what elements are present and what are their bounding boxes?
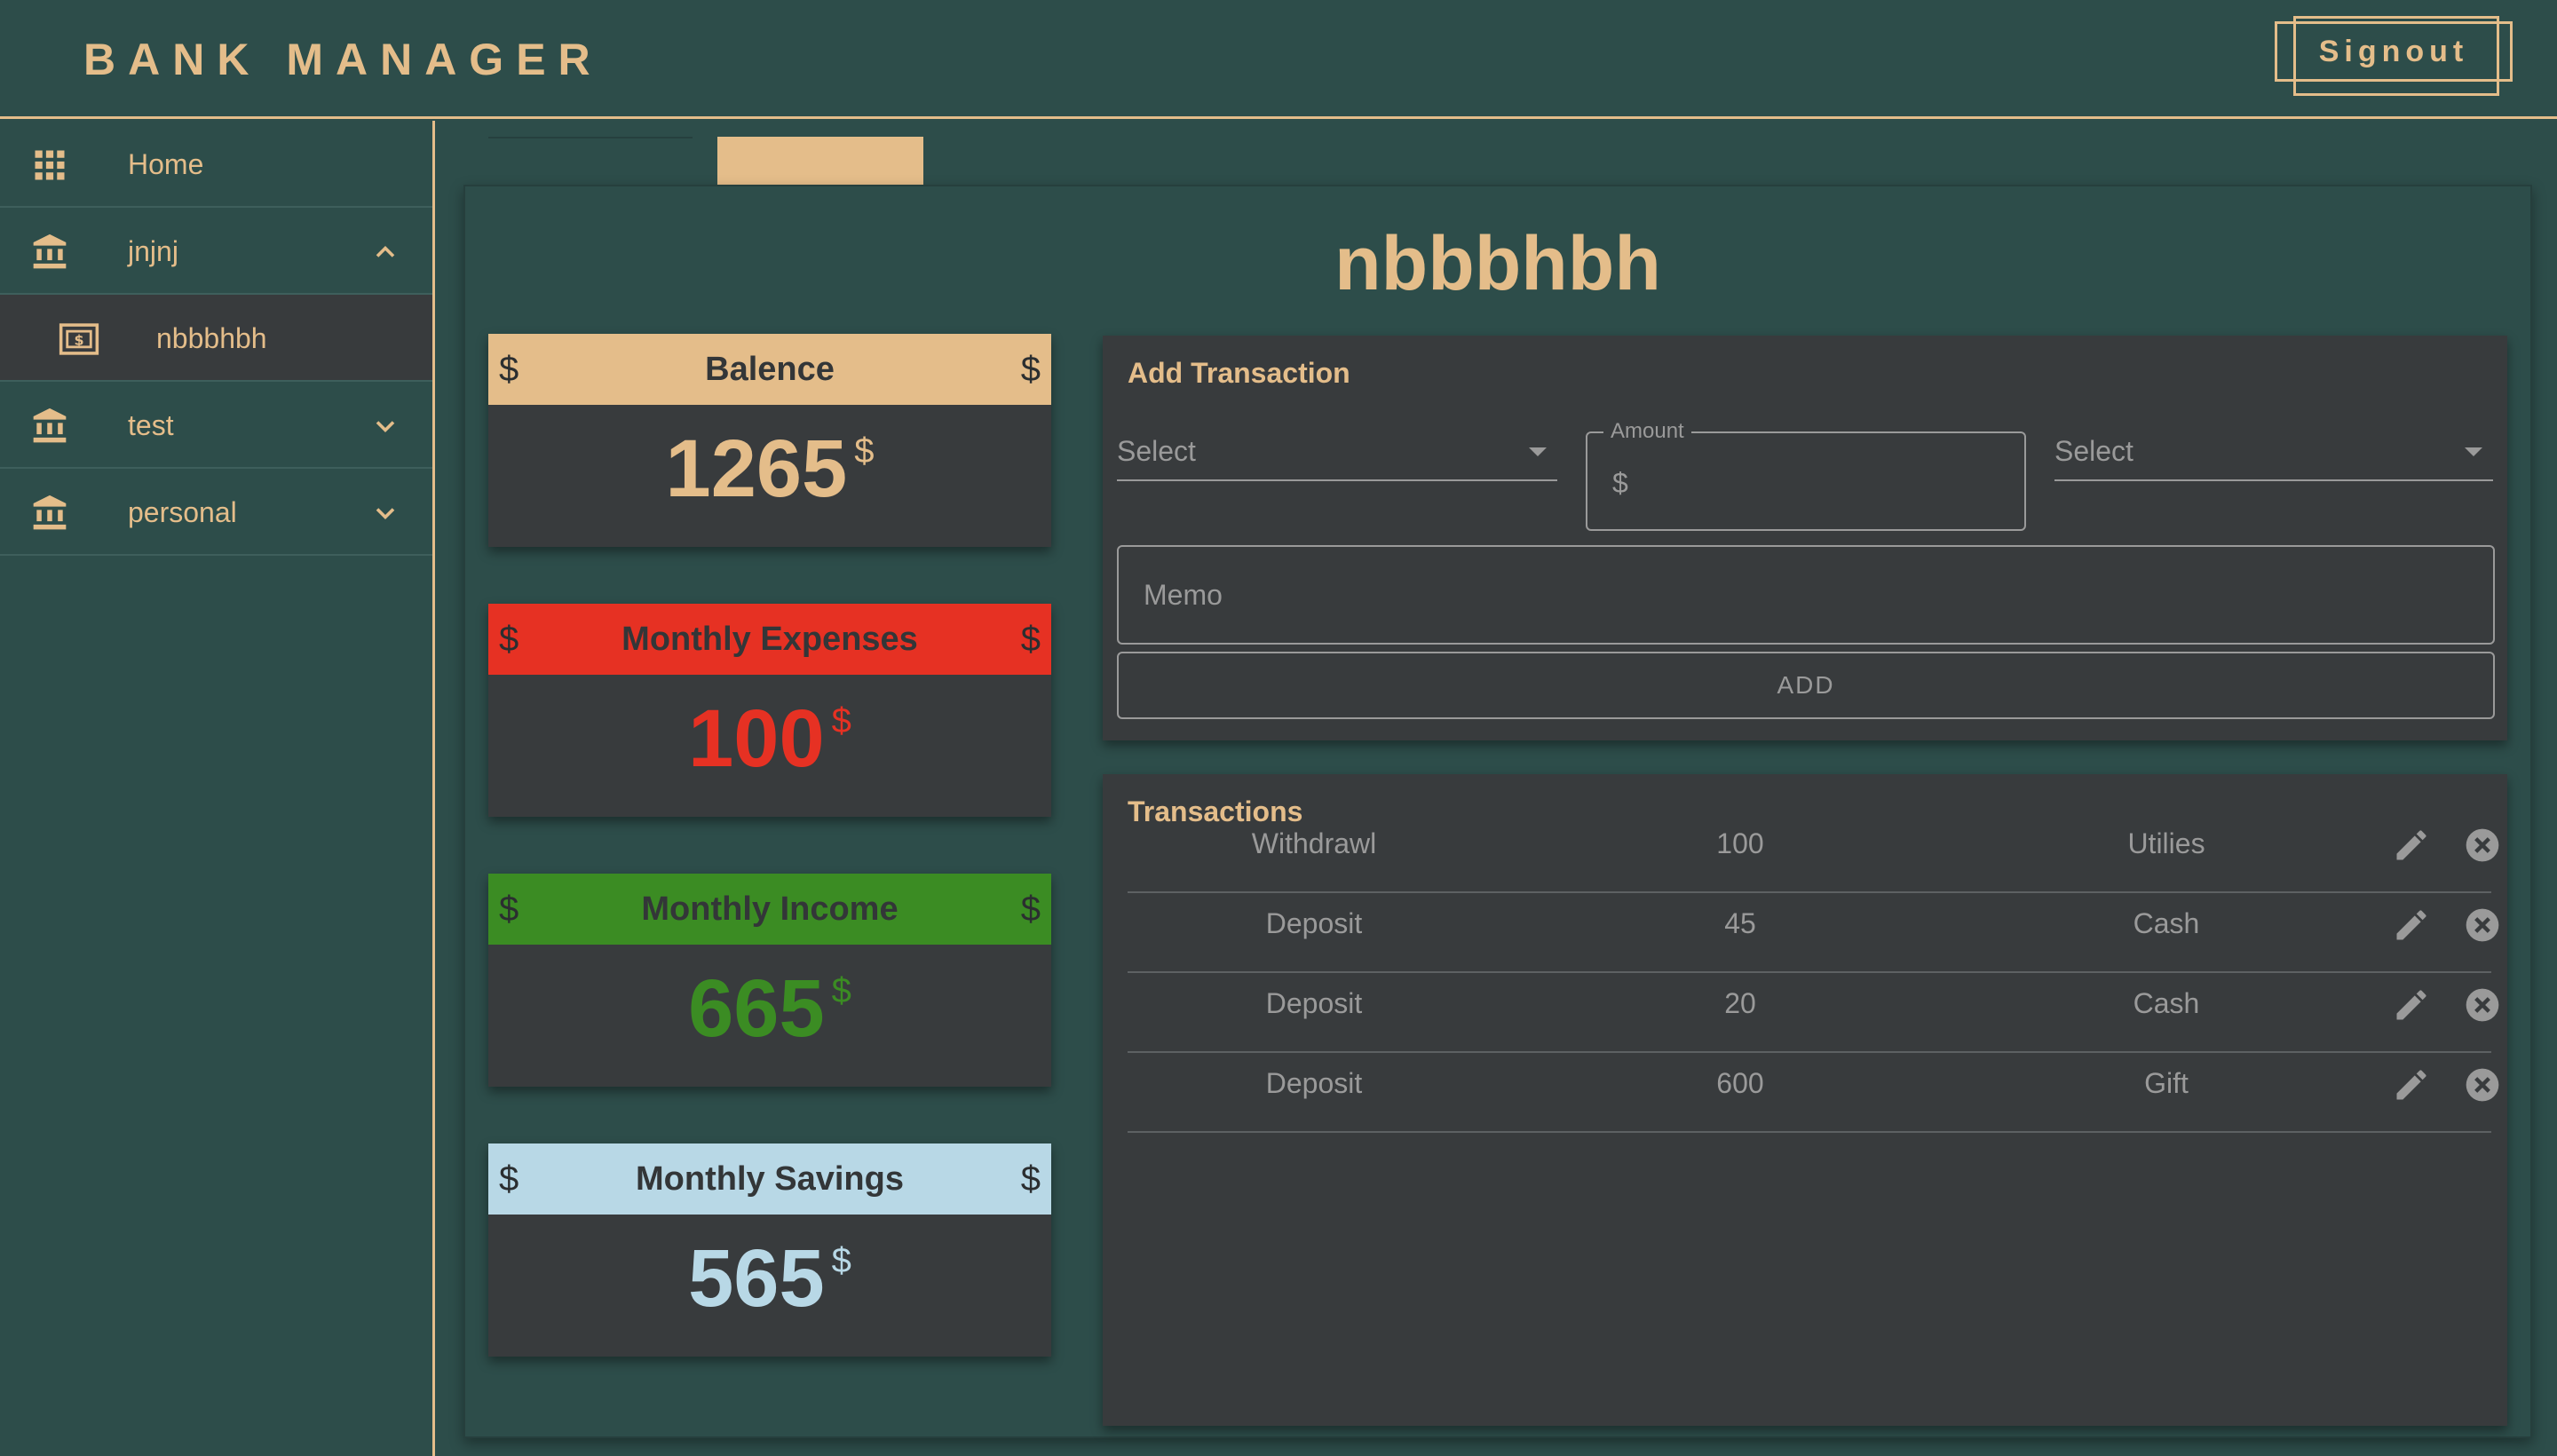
select-value: Select [1117, 435, 1196, 467]
transaction-type: Deposit [1265, 907, 1363, 939]
card-amount: 565 [688, 1233, 825, 1324]
savings-card: $ Monthly Savings $ 565 $ [488, 1143, 1051, 1357]
transaction-type: Deposit [1265, 1067, 1363, 1099]
sidebar: Home jnjnj $ nbbbhbh test personal [0, 121, 435, 1456]
bank-icon [33, 408, 67, 443]
card-header: $ Monthly Income $ [488, 874, 1051, 945]
add-button[interactable]: ADD [1117, 652, 2495, 719]
edit-icon[interactable] [2392, 985, 2431, 1025]
page-title: nbbbhbh [1334, 221, 1661, 306]
card-currency: $ [831, 701, 851, 740]
card-amount: 665 [688, 963, 825, 1054]
delete-icon[interactable] [2463, 826, 2502, 865]
tab-secondary[interactable] [717, 137, 923, 186]
amount-prefix: $ [1612, 467, 1628, 499]
expenses-card: $ Monthly Expenses $ 100 $ [488, 604, 1051, 817]
card-value: 100 $ [488, 692, 1051, 786]
edit-icon[interactable] [2392, 906, 2431, 945]
tab-primary[interactable] [488, 137, 693, 186]
balance-card: $ Balence $ 1265 $ [488, 334, 1051, 547]
transaction-category: Utilies [2127, 827, 2205, 859]
card-header: $ Balence $ [488, 334, 1051, 405]
delete-icon[interactable] [2463, 985, 2502, 1025]
memo-placeholder: Memo [1144, 579, 1223, 611]
chevron-down-icon[interactable] [369, 410, 401, 442]
dollar-icon: $ [499, 350, 519, 389]
dollar-icon: $ [499, 1159, 519, 1199]
transaction-type: Withdrawl [1251, 827, 1377, 859]
dollar-icon: $ [499, 890, 519, 929]
table-row: Deposit 20 Cash [1128, 973, 2499, 1053]
transaction-amount: 100 [1716, 827, 1764, 859]
card-currency: $ [854, 431, 875, 471]
dollar-icon: $ [1020, 620, 1041, 659]
dropdown-arrow-icon [2465, 447, 2482, 456]
sidebar-item-label: nbbbhbh [156, 322, 267, 354]
transaction-category: Gift [2144, 1067, 2189, 1099]
table-row: Withdrawl 100 Utilies [1128, 813, 2499, 893]
transaction-amount: 600 [1716, 1067, 1764, 1099]
dollar-icon: $ [1020, 1159, 1041, 1199]
transaction-amount: 20 [1724, 987, 1756, 1019]
sidebar-item-test[interactable]: test [0, 382, 432, 469]
amount-label: Amount [1603, 419, 1691, 444]
chevron-down-icon[interactable] [369, 497, 401, 529]
signout-label: Signout [2318, 34, 2469, 68]
transaction-type: Deposit [1265, 987, 1363, 1019]
sidebar-item-home[interactable]: Home [0, 121, 432, 208]
app-root: BANK MANAGER Signout Home jnjnj $ nbbbhb… [0, 0, 2557, 1456]
category-select[interactable]: Select [2054, 421, 2493, 481]
add-transaction-title: Add Transaction [1128, 357, 1350, 389]
card-amount: 100 [688, 693, 825, 784]
select-value: Select [2054, 435, 2133, 467]
card-amount: 1265 [665, 423, 848, 514]
sidebar-item-label: Home [128, 148, 204, 180]
card-currency: $ [831, 971, 851, 1010]
delete-icon[interactable] [2463, 1065, 2502, 1104]
signout-button[interactable]: Signout [2275, 16, 2513, 96]
bank-icon [33, 233, 67, 269]
transaction-category: Cash [2133, 907, 2200, 939]
sidebar-item-personal[interactable]: personal [0, 469, 432, 556]
sidebar-item-label: personal [128, 496, 237, 528]
card-label: Balence [705, 350, 835, 388]
table-row: Deposit 600 Gift [1128, 1053, 2499, 1133]
sidebar-item-label: jnjnj [128, 235, 178, 267]
edit-icon[interactable] [2392, 826, 2431, 865]
dropdown-arrow-icon [1529, 447, 1547, 456]
dollar-icon: $ [499, 620, 519, 659]
svg-text:$: $ [74, 331, 83, 348]
card-currency: $ [831, 1241, 851, 1280]
grid-icon [35, 150, 65, 180]
transaction-type-select[interactable]: Select [1117, 421, 1557, 481]
income-card: $ Monthly Income $ 665 $ [488, 874, 1051, 1087]
memo-field[interactable]: Memo [1117, 545, 2495, 645]
card-value: 565 $ [488, 1232, 1051, 1325]
card-label: Monthly Expenses [621, 620, 918, 658]
dollar-icon: $ [1020, 890, 1041, 929]
transactions-panel: Transactions Withdrawl 100 Utilies Depos… [1103, 774, 2507, 1426]
transaction-amount: 45 [1724, 907, 1756, 939]
chevron-up-icon[interactable] [369, 236, 401, 268]
card-label: Monthly Income [641, 890, 899, 928]
transaction-category: Cash [2133, 987, 2200, 1019]
app-title: BANK MANAGER [83, 35, 603, 84]
delete-icon[interactable] [2463, 906, 2502, 945]
cash-icon: $ [59, 323, 99, 355]
edit-icon[interactable] [2392, 1065, 2431, 1104]
amount-field[interactable]: Amount $ [1586, 419, 2026, 531]
bank-icon [33, 495, 67, 530]
card-value: 1265 $ [488, 423, 1051, 516]
card-label: Monthly Savings [636, 1159, 904, 1198]
table-row: Deposit 45 Cash [1128, 893, 2499, 973]
sidebar-item-label: test [128, 409, 174, 441]
add-transaction-panel: Add Transaction Select Amount $ Select M… [1103, 336, 2507, 740]
card-header: $ Monthly Savings $ [488, 1143, 1051, 1215]
top-header: BANK MANAGER Signout [0, 0, 2557, 119]
card-value: 665 $ [488, 962, 1051, 1056]
sidebar-item-jnjnj[interactable]: jnjnj [0, 208, 432, 295]
card-header: $ Monthly Expenses $ [488, 604, 1051, 675]
sidebar-item-nbbbhbh[interactable]: $ nbbbhbh [0, 295, 432, 382]
dollar-icon: $ [1020, 350, 1041, 389]
